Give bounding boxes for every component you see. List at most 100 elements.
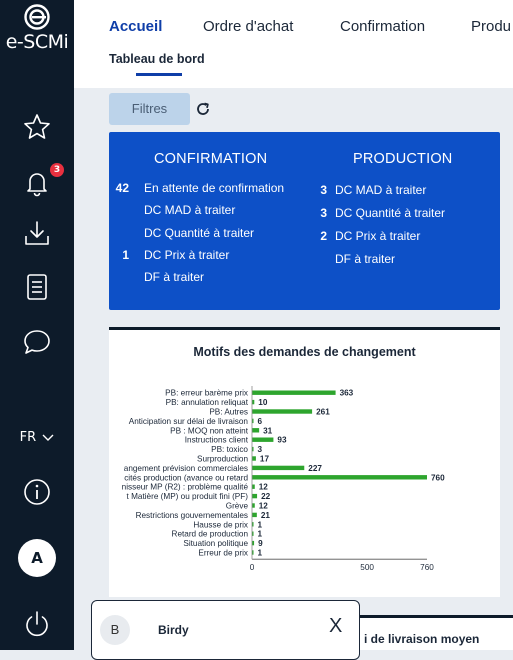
x-tick-label: 0 — [250, 563, 255, 572]
value-label: 1 — [258, 549, 263, 558]
value-label: 6 — [258, 417, 263, 426]
logo-mark-icon — [24, 4, 50, 30]
chevron-down-icon — [42, 434, 54, 441]
bar — [252, 409, 313, 414]
category-label: Situation politique — [183, 539, 248, 548]
summary-card: CONFIRMATION PRODUCTION 42 En attente de … — [109, 132, 500, 310]
value-label: 21 — [261, 511, 271, 520]
category-label: nisseur MP (R2) : problème qualité — [122, 483, 249, 492]
category-label: Surproduction — [197, 455, 248, 464]
bar — [252, 503, 255, 508]
change-reasons-chart: PB: erreur barème prix 363 PB: annulation … — [122, 386, 445, 572]
bar — [252, 465, 305, 471]
confirmation-row-label: DF à traiter — [144, 270, 205, 285]
tab-ordre-achat[interactable]: Ordre d'achat — [203, 18, 293, 35]
category-label: PB: Autres — [209, 408, 248, 417]
language-selector[interactable]: FR — [0, 430, 74, 445]
delivery-time-card-title: i de livraison moyen — [364, 632, 480, 646]
info-icon[interactable] — [22, 477, 52, 507]
bar — [252, 475, 427, 480]
top-nav: Accueil Ordre d'achat Confirmation Produ… — [74, 0, 513, 88]
subtab-tableau-de-bord[interactable]: Tableau de bord — [109, 52, 205, 66]
confirmation-row-label: DC Prix à traiter — [144, 247, 230, 262]
category-label: Restrictions gouvernementales — [136, 511, 248, 520]
production-row-count: 3 — [320, 206, 327, 220]
production-row-label: DC Quantité à traiter — [335, 206, 446, 220]
value-label: 1 — [258, 520, 263, 529]
category-label: cités production (avance ou retard — [124, 473, 248, 482]
value-label: 93 — [277, 436, 287, 445]
bar — [252, 493, 258, 499]
bar — [252, 484, 255, 489]
category-label: PB: erreur barème prix — [165, 389, 248, 398]
bell-icon[interactable] — [22, 168, 52, 198]
value-label: 760 — [431, 473, 445, 482]
value-label: 227 — [308, 464, 322, 473]
download-icon[interactable] — [22, 218, 52, 248]
category-label: PB: toxico — [211, 445, 248, 454]
value-label: 363 — [340, 389, 354, 398]
subtab-underline — [136, 73, 182, 76]
production-title: PRODUCTION — [353, 151, 453, 167]
category-label: angement prévision commerciales — [124, 464, 248, 473]
bar — [252, 428, 260, 433]
production-row-count: 2 — [320, 229, 327, 243]
confirmation-row-label: En attente de confirmation — [144, 181, 285, 195]
popup-close-button[interactable]: X — [329, 615, 342, 638]
refresh-icon[interactable] — [195, 101, 211, 117]
production-row-label: DC MAD à traiter — [335, 183, 427, 197]
confirmation-row-count: 1 — [122, 247, 129, 262]
bar — [252, 437, 274, 442]
confirmation-row-label: DC Quantité à traiter — [144, 225, 255, 240]
tab-confirmation[interactable]: Confirmation — [340, 18, 425, 35]
value-label: 12 — [259, 483, 269, 492]
language-label: FR — [19, 430, 37, 445]
popup-user-name: Birdy — [158, 623, 189, 637]
bar — [252, 456, 256, 461]
star-icon[interactable] — [22, 112, 52, 142]
value-label: 10 — [258, 398, 268, 407]
filters-button[interactable]: Filtres — [109, 93, 190, 125]
power-icon[interactable] — [22, 609, 52, 639]
confirmation-title: CONFIRMATION — [154, 151, 268, 167]
value-label: 3 — [258, 445, 263, 454]
brand-name: e-SCMi — [5, 31, 69, 53]
value-label: 17 — [260, 455, 270, 464]
delivery-time-card: i de livraison moyen — [360, 615, 513, 650]
category-label: Grève — [226, 502, 249, 511]
tab-production[interactable]: Produ — [471, 18, 511, 35]
popup-avatar: B — [100, 615, 130, 645]
confirmation-row-count: 42 — [115, 181, 129, 195]
confirmation-row-label: DC MAD à traiter — [144, 203, 236, 218]
production-row-count: 3 — [320, 183, 327, 197]
value-label: 12 — [259, 502, 269, 511]
document-icon[interactable] — [22, 272, 52, 302]
x-tick-label: 760 — [420, 563, 434, 572]
category-label: Retard de production — [172, 530, 249, 539]
bar — [252, 390, 336, 395]
category-label: t Matière (MP) ou produit fini (PF) — [127, 492, 249, 501]
notification-badge: 3 — [50, 163, 64, 177]
category-label: Anticipation sur délai de livraison — [129, 417, 249, 426]
value-label: 31 — [263, 426, 273, 435]
bar — [252, 512, 257, 518]
category-label: Hausse de prix — [193, 520, 248, 529]
category-label: PB : MOQ non atteint — [170, 426, 249, 435]
chat-icon[interactable] — [22, 327, 52, 357]
app-logo[interactable]: e-SCMi — [0, 4, 74, 53]
change-reasons-chart-card: Motifs des demandes de changement PB: er… — [109, 327, 500, 597]
production-row-label: DC Prix à traiter — [335, 229, 421, 243]
value-label: 261 — [316, 408, 330, 417]
category-label: Erreur de prix — [198, 549, 248, 558]
production-row-label: DF à traiter — [335, 252, 396, 266]
category-label: PB: annulation reliquat — [166, 398, 249, 407]
user-avatar[interactable]: A — [18, 539, 56, 577]
user-popup: B Birdy X — [91, 600, 360, 660]
sidebar: e-SCMi 3 FR A — [0, 0, 74, 650]
tab-accueil[interactable]: Accueil — [109, 18, 162, 35]
category-label: Instructions client — [185, 436, 249, 445]
value-label: 1 — [258, 530, 263, 539]
x-tick-label: 500 — [360, 563, 374, 572]
value-label: 9 — [258, 539, 263, 548]
value-label: 22 — [261, 492, 271, 501]
